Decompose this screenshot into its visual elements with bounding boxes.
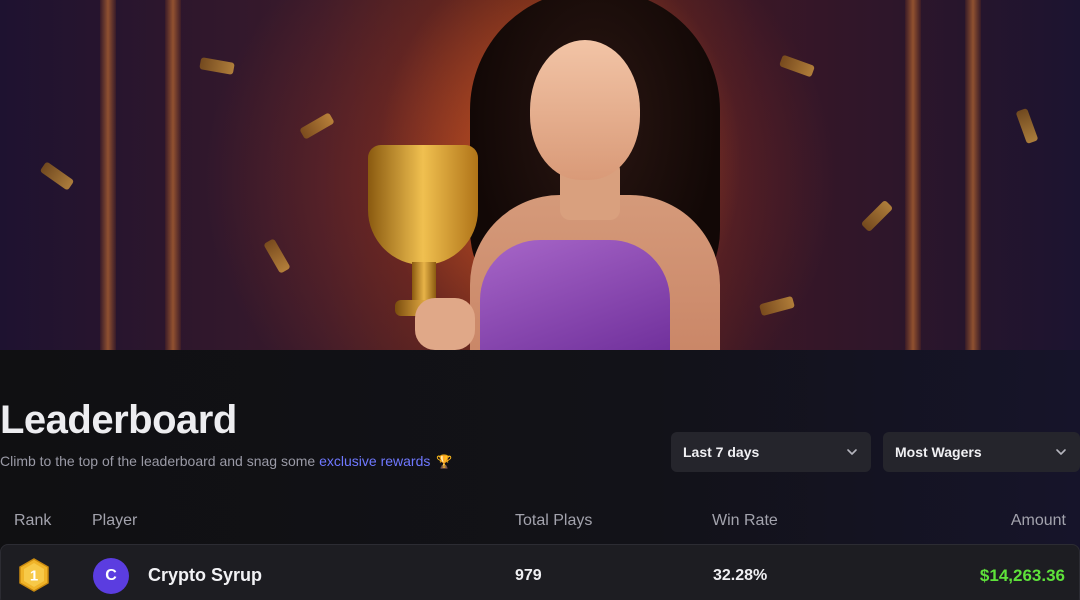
purple-dress [480,240,670,350]
trophy-icon: 🏆 [436,454,453,469]
golden-trophy-image [368,145,478,265]
column-header-win-rate: Win Rate [712,512,778,529]
page-subtitle: Climb to the top of the leaderboard and … [0,452,453,471]
confetti [778,54,816,78]
confetti [299,112,335,140]
confetti [39,161,75,191]
total-plays-value: 979 [515,567,542,584]
page-title: Leaderboard [0,398,237,442]
column-header-total-plays: Total Plays [515,512,593,529]
period-filter-label: Last 7 days [683,444,760,460]
hero-banner [0,0,1080,350]
player-name[interactable]: Crypto Syrup [148,565,262,586]
confetti [759,295,795,317]
period-filter-dropdown[interactable]: Last 7 days [671,432,871,472]
chevron-down-icon [847,449,857,455]
sort-filter-label: Most Wagers [895,444,982,460]
chevron-down-icon [1056,449,1066,455]
win-rate-value: 32.28% [713,567,768,584]
hand [415,298,475,350]
banner-pillar [965,0,981,350]
column-header-amount: Amount [1010,512,1066,529]
woman-figure-face [530,40,640,180]
banner-pillar [905,0,921,350]
confetti [860,199,894,233]
gold-rank-badge-icon: 1 [19,558,49,592]
subtitle-text: Climb to the top of the leaderboard and … [0,453,320,469]
rank-number: 1 [30,568,38,585]
confetti [199,57,235,75]
banner-pillar [100,0,116,350]
table-row[interactable]: 1 C Crypto Syrup 979 32.28% $14,263.36 [0,544,1080,600]
column-header-rank: Rank [14,512,52,529]
confetti [1015,107,1039,145]
exclusive-rewards-link[interactable]: exclusive rewards [319,453,430,469]
column-header-player: Player [92,512,138,529]
sort-filter-dropdown[interactable]: Most Wagers [883,432,1080,472]
banner-pillar [165,0,181,350]
amount-value: $14,263.36 [979,566,1065,585]
avatar[interactable]: C [93,558,129,594]
confetti [263,238,291,274]
